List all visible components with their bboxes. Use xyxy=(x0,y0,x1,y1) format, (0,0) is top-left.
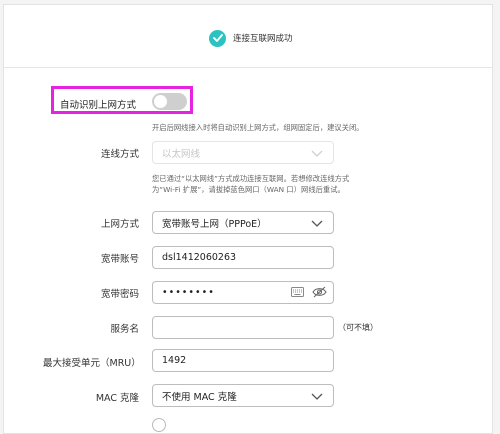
account-value: dsl1412060263 xyxy=(162,252,237,263)
optional-hint: （可不填） xyxy=(338,323,378,332)
connection-note-line2: 为“Wi-Fi 扩展”，请拔掉蓝色网口（WAN 口）网线后重试。 xyxy=(152,185,345,194)
auto-detect-hint: 开启后网线接入时将自动识别上网方式，组网固定后，建议关闭。 xyxy=(152,123,364,132)
mru-value: 1492 xyxy=(162,355,187,366)
password-tools xyxy=(291,286,327,298)
chevron-down-icon xyxy=(311,220,323,227)
connection-status: 连接互联网成功 xyxy=(209,29,293,47)
status-text: 连接互联网成功 xyxy=(233,34,293,44)
connection-type-value: 以太网线 xyxy=(162,148,201,160)
connection-note-line1: 您已通过“以太网线”方式成功连接互联网。若想修改连线方式 xyxy=(152,174,350,183)
auto-detect-toggle[interactable] xyxy=(152,93,187,110)
mru-label: 最大接受单元（MRU） xyxy=(43,358,141,369)
chevron-down-icon xyxy=(311,150,323,157)
toggle-knob xyxy=(154,95,167,108)
mac-clone-value: 不使用 MAC 克隆 xyxy=(162,391,237,403)
password-input[interactable]: •••••••• xyxy=(152,281,334,304)
mac-clone-select[interactable]: 不使用 MAC 克隆 xyxy=(152,384,334,407)
connection-type-label: 连线方式 xyxy=(100,149,139,160)
chevron-down-icon xyxy=(311,393,323,400)
internet-mode-select[interactable]: 宽带账号上网（PPPoE） xyxy=(152,211,334,234)
auto-detect-label: 自动识别上网方式 xyxy=(60,100,137,111)
eye-hidden-icon[interactable] xyxy=(312,286,327,298)
service-name-input[interactable] xyxy=(152,316,334,339)
password-label: 宽带密码 xyxy=(100,289,139,300)
account-label: 宽带账号 xyxy=(100,254,139,265)
connection-type-select: 以太网线 xyxy=(152,141,334,164)
mru-input[interactable]: 1492 xyxy=(152,349,334,372)
internet-mode-value: 宽带账号上网（PPPoE） xyxy=(162,218,267,230)
internet-mode-label: 上网方式 xyxy=(100,219,139,230)
service-name-label: 服务名 xyxy=(110,324,139,335)
account-input[interactable]: dsl1412060263 xyxy=(152,246,334,269)
mac-clone-label: MAC 克隆 xyxy=(95,393,139,404)
check-circle-icon xyxy=(209,29,226,47)
keyboard-icon[interactable] xyxy=(291,287,304,297)
password-value: •••••••• xyxy=(162,287,215,298)
connection-status-bar: 连接互联网成功 xyxy=(4,5,492,68)
partial-radio[interactable] xyxy=(152,418,166,432)
